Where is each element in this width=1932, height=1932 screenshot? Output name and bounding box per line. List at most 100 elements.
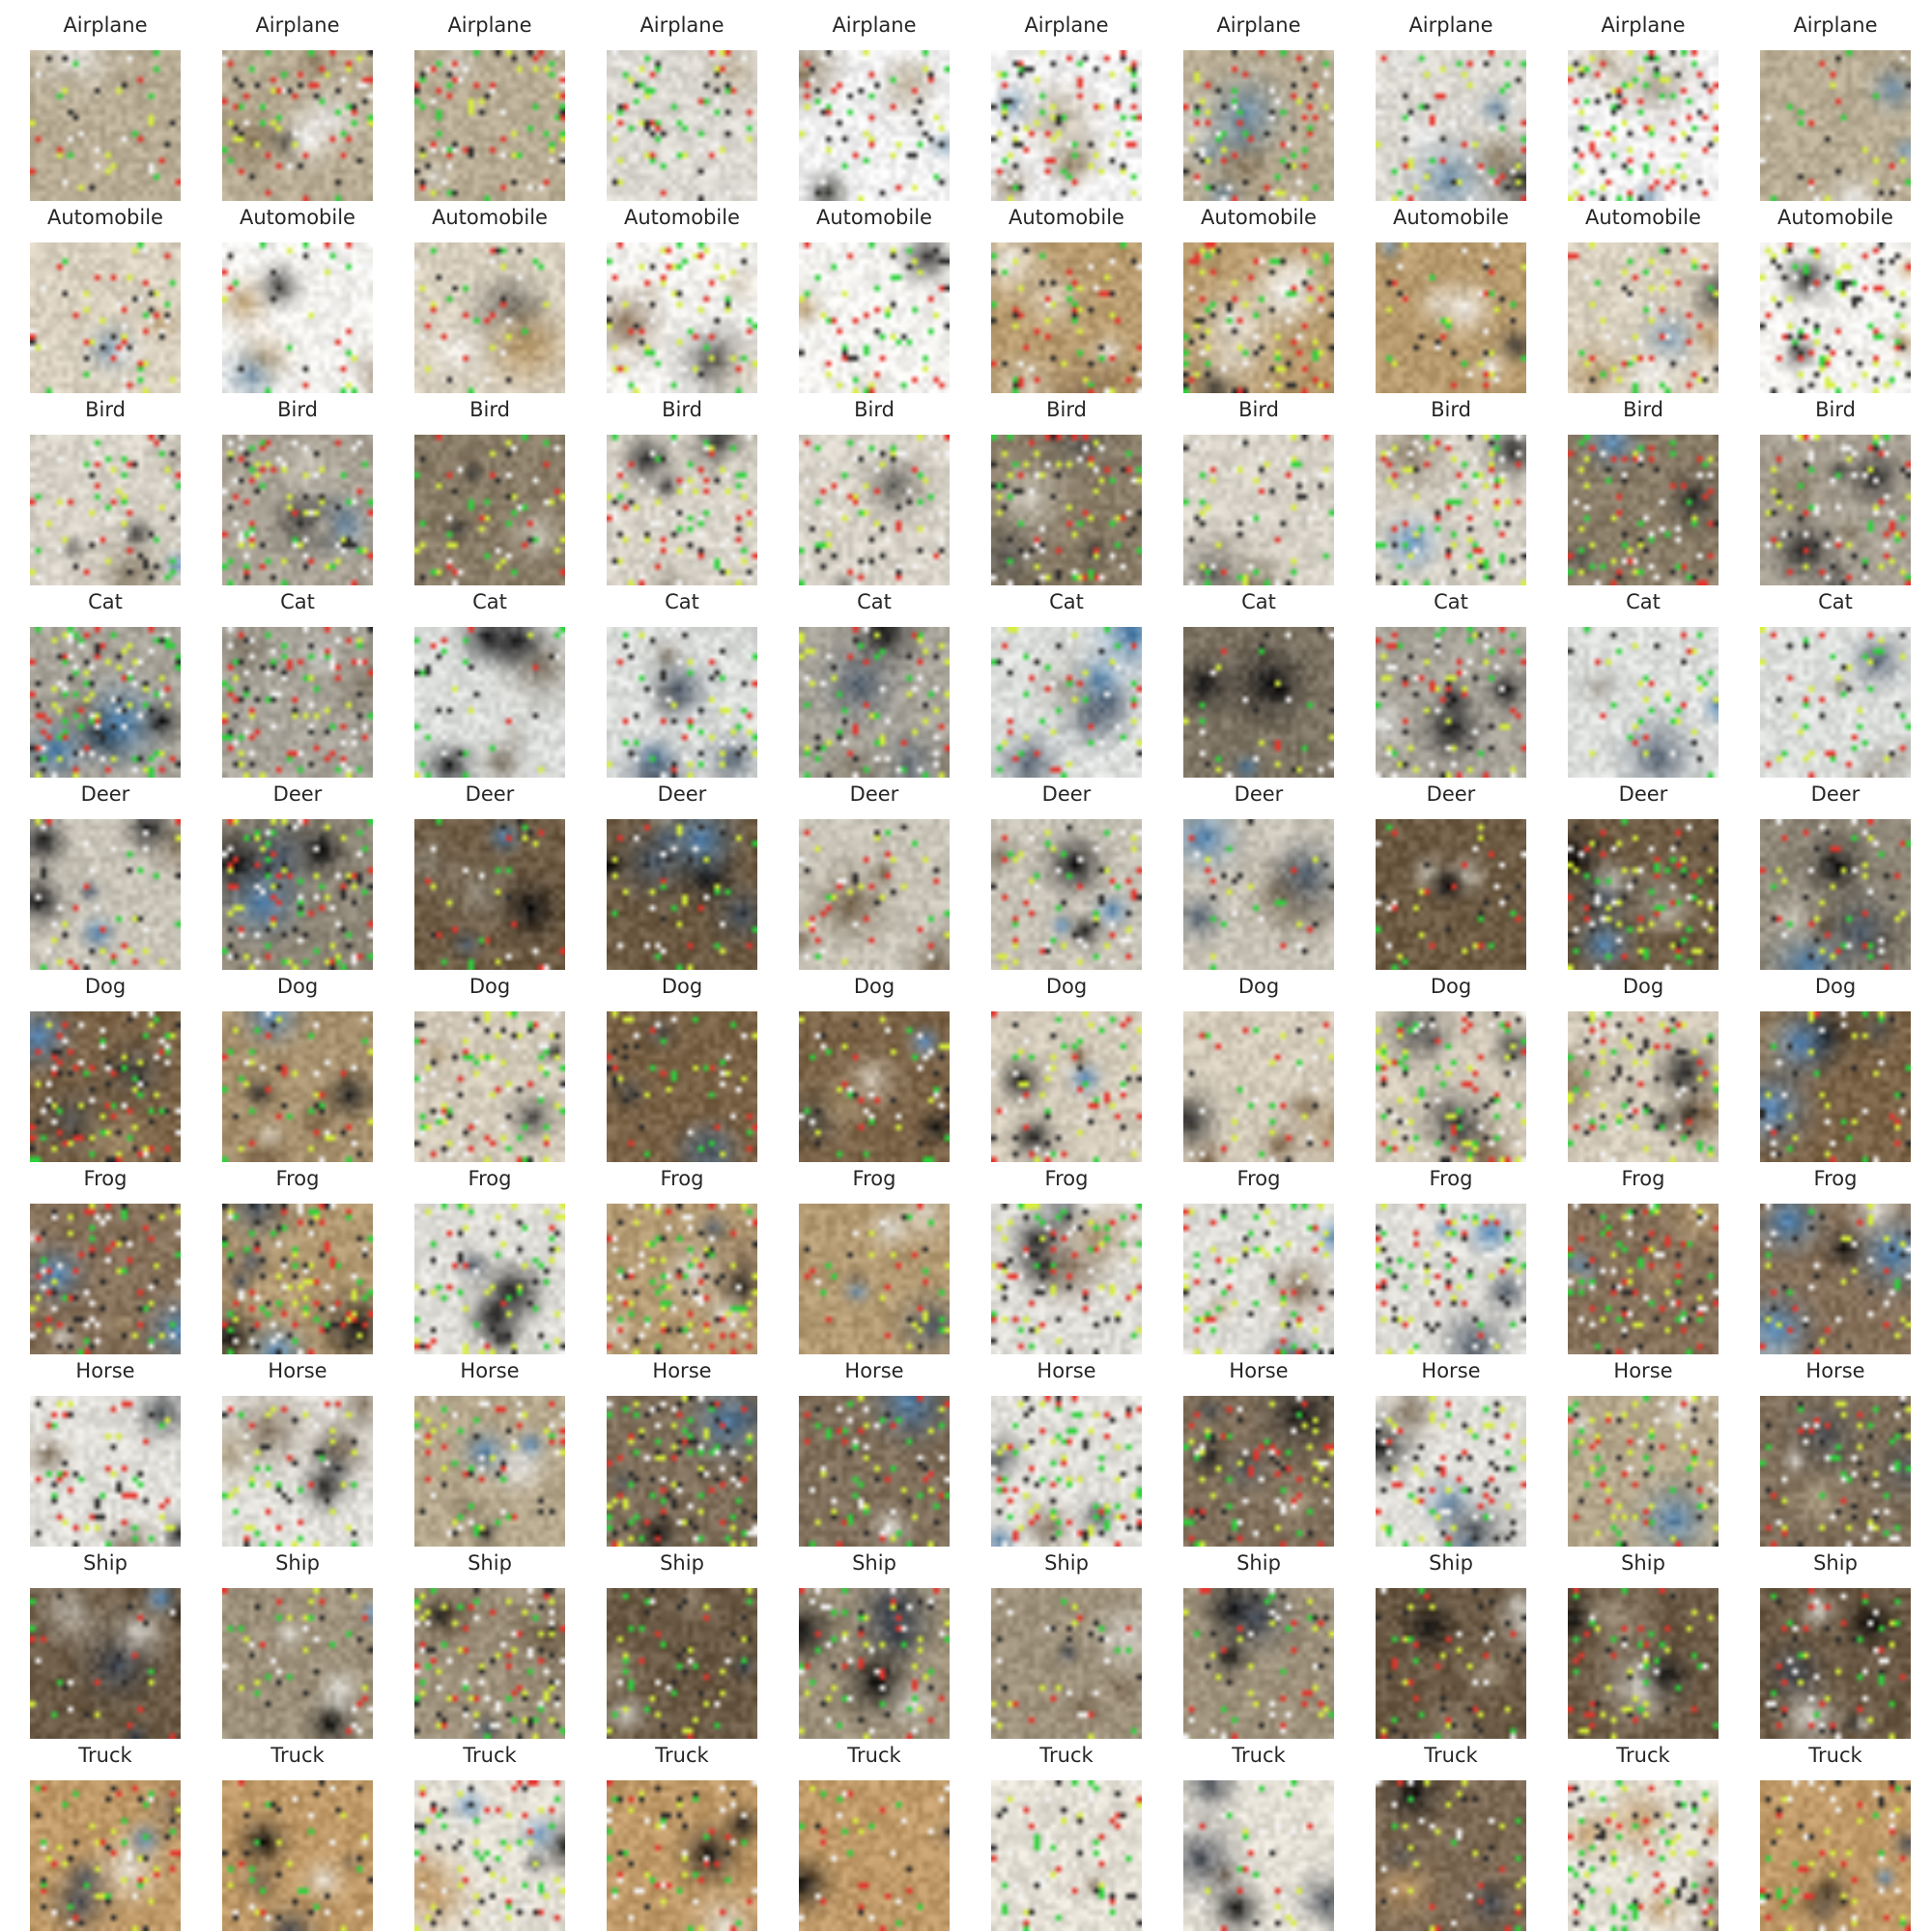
class-label: Frog: [83, 1167, 128, 1190]
generated-sample-image: [991, 1011, 1142, 1162]
class-label: Deer: [465, 782, 515, 806]
class-label: Horse: [75, 1359, 135, 1382]
generated-sample-image: [414, 1204, 565, 1354]
class-label: Ship: [1621, 1551, 1665, 1575]
generated-sample-image: [1376, 50, 1526, 201]
generated-sample-image: [1376, 435, 1526, 585]
class-label: Dog: [853, 975, 895, 998]
sample-cell: Ship: [799, 1548, 950, 1740]
generated-sample-image: [991, 242, 1142, 393]
class-label: Ship: [1044, 1551, 1089, 1575]
sample-cell: Airplane: [1568, 10, 1719, 202]
sample-cell: Dog: [799, 971, 950, 1163]
generated-sample-image: [1376, 1204, 1526, 1354]
generated-sample-image: [1568, 1588, 1719, 1739]
generated-sample-image: [1760, 1588, 1911, 1739]
sample-cell: Automobile: [1760, 202, 1911, 394]
generated-sample-image: [1183, 1011, 1334, 1162]
generated-sample-image: [222, 1204, 373, 1354]
class-label: Bird: [469, 398, 510, 421]
sample-cell: Truck: [1183, 1740, 1334, 1932]
generated-sample-image: [607, 1588, 757, 1739]
sample-cell: Horse: [607, 1355, 757, 1548]
class-label: Airplane: [1216, 14, 1301, 37]
class-label: Truck: [463, 1744, 517, 1767]
generated-sample-image: [1760, 1011, 1911, 1162]
class-label: Ship: [275, 1551, 320, 1575]
sample-cell: Truck: [30, 1740, 181, 1932]
class-label: Horse: [1613, 1359, 1673, 1382]
generated-sample-image: [1568, 819, 1719, 970]
generated-sample-image: [1376, 1588, 1526, 1739]
class-label: Ship: [83, 1551, 128, 1575]
sample-cell: Airplane: [414, 10, 565, 202]
generated-sample-image: [414, 1780, 565, 1931]
class-label: Horse: [652, 1359, 712, 1382]
class-label: Ship: [1429, 1551, 1473, 1575]
generated-sample-image: [799, 1396, 950, 1547]
sample-cell: Horse: [414, 1355, 565, 1548]
sample-cell: Horse: [1568, 1355, 1719, 1548]
generated-sample-image: [1568, 627, 1719, 778]
sample-cell: Airplane: [991, 10, 1142, 202]
sample-cell: Deer: [222, 779, 373, 971]
sample-cell: Deer: [1568, 779, 1719, 971]
class-label: Dog: [469, 975, 511, 998]
sample-cell: Deer: [991, 779, 1142, 971]
generated-sample-image: [1760, 242, 1911, 393]
sample-cell: Horse: [1183, 1355, 1334, 1548]
class-label: Truck: [847, 1744, 901, 1767]
sample-cell: Horse: [1760, 1355, 1911, 1548]
generated-sample-image: [991, 50, 1142, 201]
sample-cell: Truck: [1568, 1740, 1719, 1932]
sample-cell: Bird: [222, 394, 373, 586]
generated-sample-image: [1760, 435, 1911, 585]
class-label: Horse: [844, 1359, 904, 1382]
class-label: Deer: [849, 782, 899, 806]
class-label: Automobile: [1009, 206, 1124, 229]
generated-sample-image: [30, 819, 181, 970]
class-label: Frog: [468, 1167, 512, 1190]
sample-cell: Bird: [799, 394, 950, 586]
class-label: Truck: [655, 1744, 709, 1767]
generated-sample-image: [30, 1204, 181, 1354]
generated-sample-image: [1760, 627, 1911, 778]
generated-sample-image: [799, 819, 950, 970]
generated-sample-image: [1760, 1780, 1911, 1931]
sample-cell: Cat: [1376, 586, 1526, 779]
sample-cell: Bird: [1760, 394, 1911, 586]
generated-sample-image: [799, 1780, 950, 1931]
generated-sample-image: [222, 435, 373, 585]
class-label: Bird: [1046, 398, 1087, 421]
class-label: Frog: [1236, 1167, 1281, 1190]
generated-sample-image: [607, 435, 757, 585]
generated-sample-image: [607, 627, 757, 778]
class-label: Deer: [272, 782, 323, 806]
sample-cell: Automobile: [991, 202, 1142, 394]
generated-sample-image: [991, 819, 1142, 970]
sample-cell: Cat: [414, 586, 565, 779]
sample-cell: Frog: [1760, 1163, 1911, 1355]
sample-cell: Frog: [1183, 1163, 1334, 1355]
class-label: Horse: [268, 1359, 327, 1382]
class-label: Horse: [1037, 1359, 1096, 1382]
class-label: Cat: [1434, 590, 1468, 613]
generated-sample-image: [1183, 1780, 1334, 1931]
class-label: Horse: [1229, 1359, 1289, 1382]
sample-cell: Dog: [991, 971, 1142, 1163]
sample-cell: Airplane: [1183, 10, 1334, 202]
class-label: Bird: [85, 398, 126, 421]
class-label: Dog: [1814, 975, 1857, 998]
class-label: Horse: [1805, 1359, 1865, 1382]
class-label: Dog: [1430, 975, 1472, 998]
class-label: Frog: [1429, 1167, 1473, 1190]
sample-cell: Dog: [1183, 971, 1334, 1163]
class-label: Cat: [1818, 590, 1853, 613]
sample-cell: Ship: [1760, 1548, 1911, 1740]
sample-cell: Dog: [1376, 971, 1526, 1163]
generated-sample-image: [1183, 1588, 1334, 1739]
sample-cell: Automobile: [1568, 202, 1719, 394]
class-label: Deer: [1041, 782, 1092, 806]
sample-cell: Ship: [1568, 1548, 1719, 1740]
sample-cell: Bird: [991, 394, 1142, 586]
